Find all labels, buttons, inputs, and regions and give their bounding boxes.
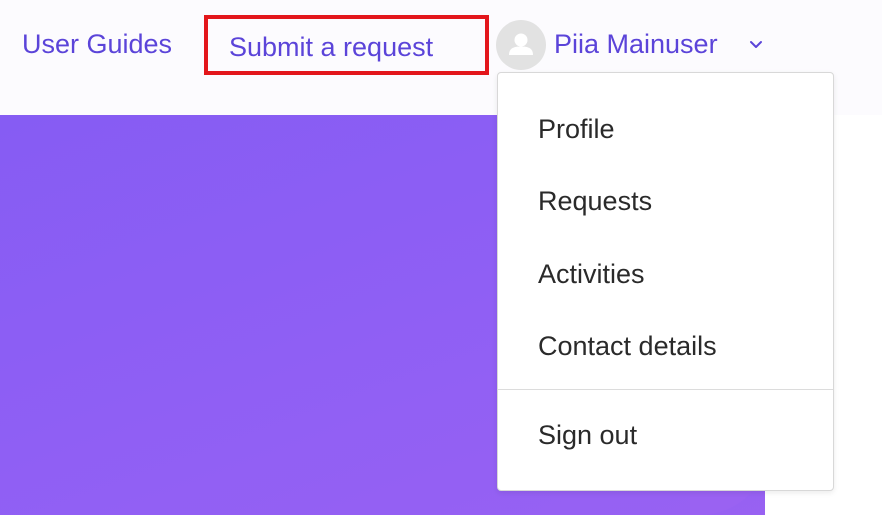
- user-dropdown-menu: Profile Requests Activities Contact deta…: [497, 72, 834, 491]
- menu-divider: [498, 389, 833, 390]
- chevron-down-icon[interactable]: [748, 38, 764, 50]
- menu-item-profile[interactable]: Profile: [538, 111, 615, 147]
- submit-request-link[interactable]: Submit a request: [204, 15, 489, 75]
- menu-item-activities[interactable]: Activities: [538, 256, 645, 292]
- help-center-page: User Guides Submit a request Piia Mainus…: [0, 0, 882, 515]
- menu-item-contact-details[interactable]: Contact details: [538, 328, 717, 364]
- user-guides-link[interactable]: User Guides: [22, 26, 172, 62]
- submit-request-label: Submit a request: [229, 32, 434, 62]
- user-silhouette-icon: [509, 33, 533, 55]
- menu-item-sign-out[interactable]: Sign out: [538, 417, 637, 453]
- user-avatar[interactable]: [496, 20, 546, 70]
- menu-item-requests[interactable]: Requests: [538, 183, 652, 219]
- user-menu-toggle[interactable]: Piia Mainuser: [554, 26, 718, 62]
